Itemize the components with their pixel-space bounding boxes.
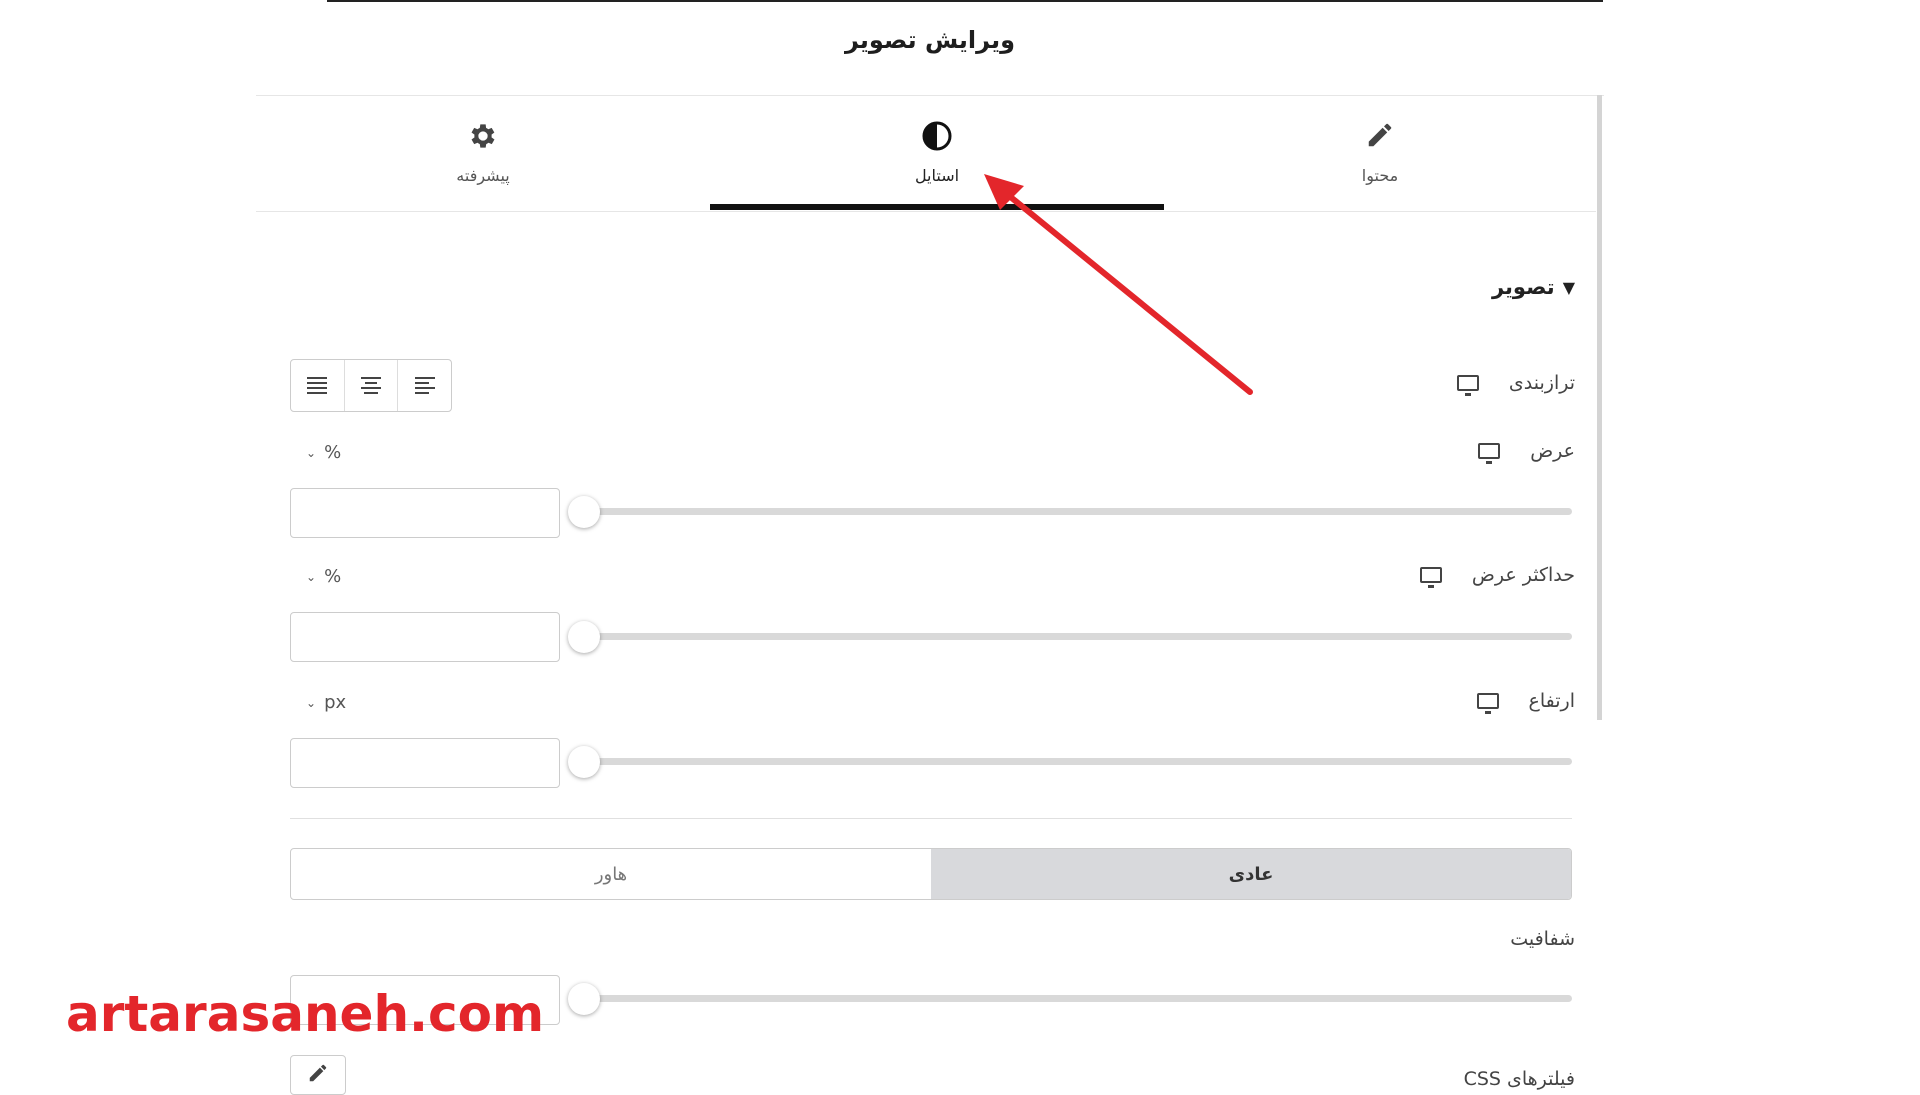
width-unit: % [324, 442, 342, 463]
desktop-icon[interactable] [1478, 443, 1501, 464]
opacity-slider-track[interactable] [584, 995, 1572, 1002]
gear-icon [256, 120, 710, 152]
max-width-slider-track[interactable] [584, 633, 1572, 640]
tab-bar: پیشرفته استایل محتوا [256, 96, 1596, 212]
height-label-row: ارتفاع [1476, 690, 1575, 714]
width-slider-track[interactable] [584, 508, 1572, 515]
height-unit: px [324, 692, 347, 713]
desktop-icon[interactable] [1476, 693, 1499, 714]
alignment-label-row: ترازبندی [1456, 372, 1575, 396]
pencil-icon [307, 1062, 329, 1088]
height-label: ارتفاع [1528, 690, 1575, 712]
max-width-unit: % [324, 566, 342, 587]
align-center-button[interactable] [345, 360, 399, 411]
section-divider [290, 818, 1572, 819]
max-width-label-row: حداکثر عرض [1419, 564, 1575, 588]
desktop-icon[interactable] [1419, 567, 1442, 588]
pencil-icon [1164, 120, 1596, 152]
top-divider [327, 0, 1603, 2]
alignment-control [290, 359, 452, 412]
page-title: ویرایش تصویر [844, 26, 1016, 54]
state-normal-button[interactable]: عادی [931, 849, 1571, 899]
width-slider-handle[interactable] [568, 496, 600, 528]
tab-style-label: استایل [914, 166, 960, 185]
panel-scrollbar[interactable] [1597, 95, 1602, 720]
chevron-down-icon: ⌄ [306, 695, 317, 710]
watermark-text: artarasaneh.com [66, 985, 545, 1043]
align-justify-button[interactable] [291, 360, 345, 411]
caret-down-icon: ▼ [1562, 277, 1575, 297]
width-label: عرض [1530, 440, 1575, 462]
max-width-label: حداکثر عرض [1471, 564, 1575, 586]
desktop-icon[interactable] [1456, 375, 1479, 396]
max-width-unit-select[interactable]: ⌄ % [306, 566, 341, 587]
max-width-input[interactable] [290, 612, 560, 662]
opacity-slider-handle[interactable] [568, 983, 600, 1015]
state-toggle: عادی هاور [290, 848, 1572, 900]
section-title: تصویر [1491, 275, 1555, 299]
css-filters-label: فیلترهای CSS [1463, 1068, 1575, 1090]
contrast-icon [710, 120, 1164, 152]
height-input[interactable] [290, 738, 560, 788]
width-unit-select[interactable]: ⌄ % [306, 442, 341, 463]
opacity-label: شفافیت [1510, 928, 1575, 950]
state-hover-button[interactable]: هاور [291, 849, 931, 899]
height-unit-select[interactable]: ⌄ px [306, 692, 346, 713]
chevron-down-icon: ⌄ [306, 569, 317, 584]
tab-style[interactable]: استایل [710, 96, 1164, 211]
align-left-button[interactable] [398, 360, 451, 411]
tab-advanced-label: پیشرفته [456, 166, 510, 185]
tab-content[interactable]: محتوا [1164, 96, 1596, 211]
active-tab-indicator [710, 204, 1164, 210]
section-image-toggle[interactable]: ▼ تصویر [1492, 275, 1575, 299]
tab-advanced[interactable]: پیشرفته [256, 96, 710, 211]
width-label-row: عرض [1478, 440, 1575, 464]
height-slider-handle[interactable] [568, 746, 600, 778]
css-filters-edit-button[interactable] [290, 1055, 346, 1095]
height-slider-track[interactable] [584, 758, 1572, 765]
tab-content-label: محتوا [1361, 166, 1399, 185]
alignment-label: ترازبندی [1508, 372, 1575, 394]
chevron-down-icon: ⌄ [306, 445, 317, 460]
width-input[interactable] [290, 488, 560, 538]
max-width-slider-handle[interactable] [568, 621, 600, 653]
